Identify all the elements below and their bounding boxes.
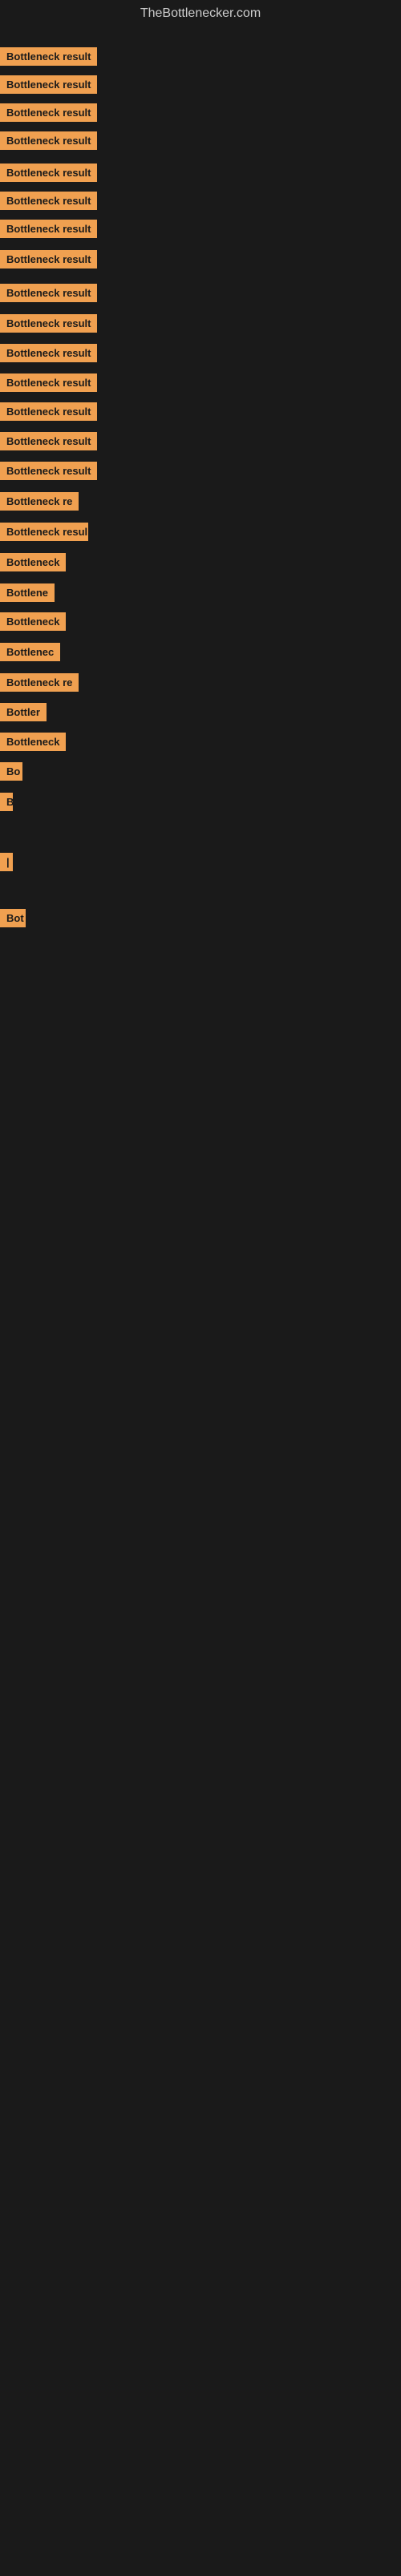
- bottleneck-result-item: Bottleneck resul: [0, 523, 88, 545]
- bottleneck-result-item: Bottlene: [0, 583, 55, 606]
- bottleneck-badge-5[interactable]: Bottleneck result: [0, 164, 97, 182]
- bottleneck-badge-9[interactable]: Bottleneck result: [0, 284, 97, 302]
- bottleneck-result-item: Bottleneck result: [0, 432, 97, 454]
- bottleneck-badge-1[interactable]: Bottleneck result: [0, 47, 97, 66]
- bottleneck-badge-20[interactable]: Bottleneck: [0, 612, 66, 631]
- bottleneck-result-item: Bottlenec: [0, 643, 60, 665]
- bottleneck-result-item: Bottleneck result: [0, 103, 97, 126]
- site-title: TheBottlenecker.com: [0, 0, 401, 27]
- bottleneck-result-item: Bottleneck result: [0, 373, 97, 396]
- bottleneck-result-item: Bottleneck: [0, 733, 66, 755]
- bottleneck-badge-12[interactable]: Bottleneck result: [0, 373, 97, 392]
- bottleneck-result-item: Bottleneck result: [0, 164, 97, 186]
- bottleneck-badge-24[interactable]: Bottleneck: [0, 733, 66, 751]
- bottleneck-badge-11[interactable]: Bottleneck result: [0, 344, 97, 362]
- bottleneck-result-item: Bottleneck result: [0, 131, 97, 154]
- bottleneck-badge-28[interactable]: Bot: [0, 909, 26, 927]
- bottleneck-badge-23[interactable]: Bottler: [0, 703, 47, 721]
- bottleneck-result-item: Bottleneck: [0, 553, 66, 575]
- bottleneck-badge-14[interactable]: Bottleneck result: [0, 432, 97, 450]
- bottleneck-badge-16[interactable]: Bottleneck re: [0, 492, 79, 511]
- bottleneck-badge-8[interactable]: Bottleneck result: [0, 250, 97, 269]
- bottleneck-badge-19[interactable]: Bottlene: [0, 583, 55, 602]
- bottleneck-badge-3[interactable]: Bottleneck result: [0, 103, 97, 122]
- bottleneck-badge-27[interactable]: |: [0, 853, 13, 871]
- bottleneck-result-item: |: [0, 853, 13, 875]
- bottleneck-badge-15[interactable]: Bottleneck result: [0, 462, 97, 480]
- bottleneck-badge-2[interactable]: Bottleneck result: [0, 75, 97, 94]
- bottleneck-result-item: Bottleneck result: [0, 220, 97, 242]
- bottleneck-result-item: Bottleneck result: [0, 462, 97, 484]
- bottleneck-result-item: Bottleneck result: [0, 402, 97, 425]
- bottleneck-badge-4[interactable]: Bottleneck result: [0, 131, 97, 150]
- bottleneck-badge-18[interactable]: Bottleneck: [0, 553, 66, 571]
- bottleneck-badge-6[interactable]: Bottleneck result: [0, 192, 97, 210]
- bottleneck-result-item: Bottleneck result: [0, 75, 97, 98]
- bottleneck-badge-13[interactable]: Bottleneck result: [0, 402, 97, 421]
- bottleneck-result-item: Bottleneck result: [0, 344, 97, 366]
- bottleneck-badge-10[interactable]: Bottleneck result: [0, 314, 97, 333]
- bottleneck-result-item: Bottleneck result: [0, 47, 97, 70]
- bottleneck-result-item: Bottleneck re: [0, 673, 79, 696]
- bottleneck-result-item: Bottleneck result: [0, 314, 97, 337]
- bottleneck-badge-21[interactable]: Bottlenec: [0, 643, 60, 661]
- bottleneck-result-item: Bottleneck re: [0, 492, 79, 515]
- bottleneck-badge-26[interactable]: B: [0, 793, 13, 811]
- bottleneck-result-item: Bottler: [0, 703, 47, 725]
- bottleneck-result-item: Bot: [0, 909, 26, 931]
- bottleneck-result-item: Bottleneck: [0, 612, 66, 635]
- bottleneck-badge-25[interactable]: Bo: [0, 762, 22, 781]
- bottleneck-badge-7[interactable]: Bottleneck result: [0, 220, 97, 238]
- bottleneck-badge-17[interactable]: Bottleneck resul: [0, 523, 88, 541]
- bottleneck-result-item: Bo: [0, 762, 22, 785]
- bottleneck-result-item: B: [0, 793, 13, 815]
- bottleneck-badge-22[interactable]: Bottleneck re: [0, 673, 79, 692]
- bottleneck-result-item: Bottleneck result: [0, 284, 97, 306]
- bottleneck-result-item: Bottleneck result: [0, 250, 97, 273]
- bottleneck-result-item: Bottleneck result: [0, 192, 97, 214]
